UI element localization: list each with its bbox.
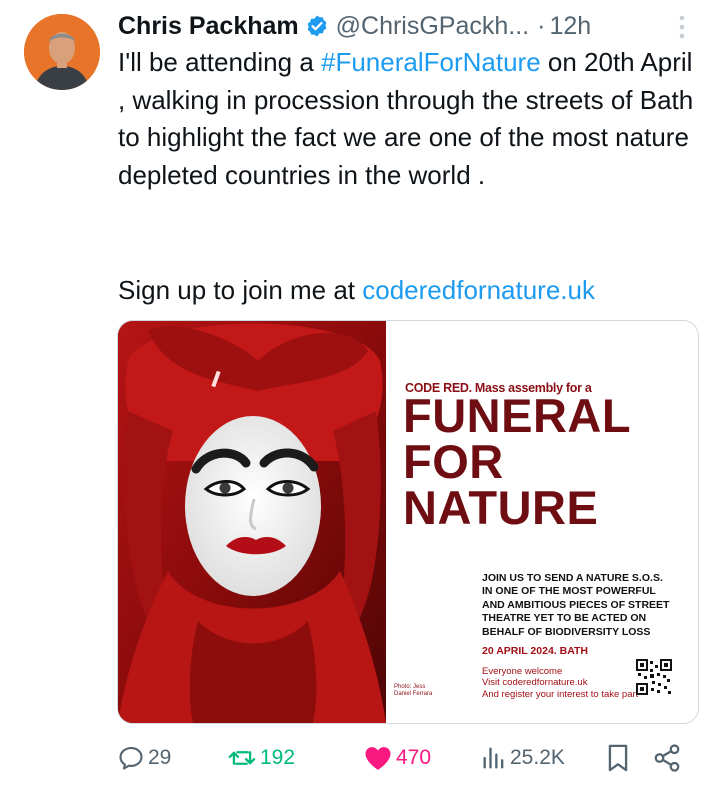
tweet-actions: 29 192 470 25.2K [117,740,692,776]
repost-button[interactable]: 192 [227,740,295,776]
poster-footer-line: And register your interest to take part [482,688,639,700]
separator-dot: · [537,11,546,40]
verified-badge-icon [305,14,329,38]
reply-count: 29 [148,746,172,769]
tweet-media[interactable]: CODE RED. Mass assembly for a FUNERAL FO… [117,320,699,724]
poster-date: 20 APRIL 2024. BATH [482,645,589,657]
views-count: 25.2K [510,746,565,769]
poster-title-line: NATURE [403,481,599,534]
avatar[interactable] [24,14,100,90]
like-count: 470 [396,746,432,769]
share-icon [652,743,682,773]
heart-icon [363,744,393,772]
poster-body: JOIN US TO SEND A NATURE S.O.S. IN ONE O… [482,572,682,639]
qr-code-icon [636,659,672,695]
repost-icon [227,744,257,772]
bookmark-button[interactable] [605,740,631,776]
author-name[interactable]: Chris Packham [118,12,299,41]
share-button[interactable] [652,740,682,776]
poster-title-line: FOR [403,435,504,488]
credit-line: Photo: Jess [394,684,426,690]
like-button[interactable]: 470 [363,740,431,776]
views-button[interactable]: 25.2K [481,740,565,776]
reply-icon [117,744,145,772]
poster-body-line: JOIN US TO SEND A NATURE S.O.S. [482,572,663,584]
tweet-timestamp[interactable]: 12h [549,12,591,41]
more-icon[interactable] [672,12,692,42]
poster-text-panel: CODE RED. Mass assembly for a FUNERAL FO… [386,321,698,723]
views-icon [481,744,507,772]
reply-button[interactable]: 29 [117,740,171,776]
signup-text: Sign up to join me at [118,275,363,305]
credit-line: Daniel Ferrara [394,691,433,697]
author-handle[interactable]: @ChrisGPackh... [336,12,529,41]
poster-body-line: IN ONE OF THE MOST POWERFUL [482,585,656,598]
signup-line: Sign up to join me at coderedfornature.u… [118,272,595,310]
poster-footer-line: Everyone welcome [482,666,563,677]
poster-title: FUNERAL FOR NATURE [403,389,632,534]
tweet-header: Chris Packham @ChrisGPackh... · 12h [118,6,692,46]
poster-title-line: FUNERAL [403,389,632,442]
poster-footer-line: Visit coderedfornature.uk [482,677,588,689]
hashtag-link[interactable]: #FuneralForNature [321,47,541,77]
poster-photo [118,321,386,723]
tweet-text-intro: I'll be attending a [118,47,321,77]
poster-body-line: THEATRE YET TO BE ACTED ON [482,612,647,625]
repost-count: 192 [260,746,296,769]
poster-body-line: AND AMBITIOUS PIECES OF STREET [482,598,670,611]
poster-photo-credit: Photo: Jess Daniel Ferrara [394,684,432,698]
bookmark-icon [605,743,631,773]
tweet-text: I'll be attending a #FuneralForNature on… [118,44,703,194]
signup-link[interactable]: coderedfornature.uk [362,275,595,305]
poster-footer: Everyone welcome Visit coderedfornature.… [482,666,638,700]
poster-body-line: BEHALF OF BIODIVERSITY LOSS [482,625,651,638]
